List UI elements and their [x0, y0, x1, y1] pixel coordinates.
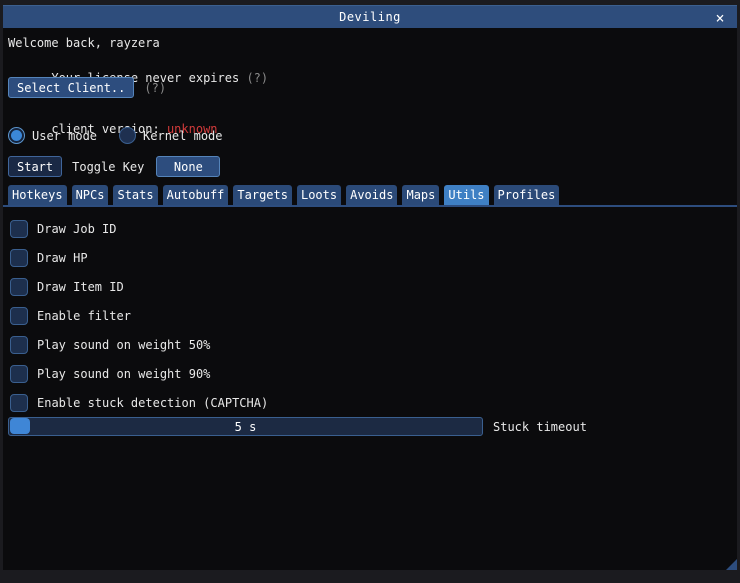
- start-button[interactable]: Start: [8, 156, 62, 177]
- checkbox-row-play-sound-on-weight-90[interactable]: Play sound on weight 90%: [8, 359, 268, 388]
- titlebar[interactable]: Deviling ×: [3, 5, 737, 28]
- close-icon[interactable]: ×: [709, 6, 731, 29]
- start-row: Start Toggle Key None: [8, 156, 220, 177]
- checkbox-label: Draw HP: [37, 251, 88, 265]
- checkbox-row-enable-filter[interactable]: Enable filter: [8, 301, 268, 330]
- tab-maps[interactable]: Maps: [402, 185, 439, 205]
- checkbox-icon[interactable]: [10, 365, 28, 383]
- toggle-key-label: Toggle Key: [72, 160, 144, 174]
- checkbox-icon[interactable]: [10, 394, 28, 412]
- tab-loots[interactable]: Loots: [297, 185, 341, 205]
- select-client-help-icon[interactable]: (?): [144, 81, 166, 95]
- checkbox-icon[interactable]: [10, 220, 28, 238]
- main-content: Welcome back, rayzera Your license never…: [3, 28, 737, 570]
- tab-underline: [3, 205, 737, 207]
- checkbox-row-draw-hp[interactable]: Draw HP: [8, 243, 268, 272]
- checkbox-icon[interactable]: [10, 278, 28, 296]
- checkbox-row-draw-item-id[interactable]: Draw Item ID: [8, 272, 268, 301]
- toggle-key-button[interactable]: None: [156, 156, 220, 177]
- window-frame: Deviling × Welcome back, rayzera Your li…: [0, 0, 740, 583]
- tab-stats[interactable]: Stats: [113, 185, 157, 205]
- checkbox-label: Play sound on weight 90%: [37, 367, 210, 381]
- radio-unselected-icon[interactable]: [119, 127, 136, 144]
- checkbox-icon[interactable]: [10, 336, 28, 354]
- checkbox-icon[interactable]: [10, 307, 28, 325]
- license-help-icon[interactable]: (?): [246, 71, 268, 85]
- mode-radio-user-mode[interactable]: User mode: [8, 127, 97, 144]
- tab-npcs[interactable]: NPCs: [72, 185, 109, 205]
- checkbox-label: Play sound on weight 50%: [37, 338, 210, 352]
- tab-bar: HotkeysNPCsStats AutobuffTargetsLootsAvoi…: [8, 185, 559, 205]
- radio-dot: [11, 130, 22, 141]
- radio-label: Kernel mode: [143, 129, 222, 143]
- window-title: Deviling: [339, 10, 401, 24]
- checkbox-list: Draw Job ID Draw HP Draw Item ID Enable fil…: [8, 214, 268, 417]
- tab-autobuff[interactable]: Autobuff: [163, 185, 229, 205]
- mode-radio-kernel-mode[interactable]: Kernel mode: [119, 127, 222, 144]
- radio-selected-icon[interactable]: [8, 127, 25, 144]
- select-client-row: Select Client.. (?): [8, 77, 166, 98]
- slider-handle[interactable]: [10, 418, 30, 434]
- tab-hotkeys[interactable]: Hotkeys: [8, 185, 67, 205]
- checkbox-icon[interactable]: [10, 249, 28, 267]
- stuck-timeout-label: Stuck timeout: [493, 420, 587, 434]
- tab-utils[interactable]: Utils: [444, 185, 488, 205]
- slider-value: 5 s: [235, 420, 257, 434]
- checkbox-row-draw-job-id[interactable]: Draw Job ID: [8, 214, 268, 243]
- tab-avoids[interactable]: Avoids: [346, 185, 397, 205]
- checkbox-row-play-sound-on-weight-50[interactable]: Play sound on weight 50%: [8, 330, 268, 359]
- checkbox-row-enable-stuck-detection-captcha[interactable]: Enable stuck detection (CAPTCHA): [8, 388, 268, 417]
- tab-profiles[interactable]: Profiles: [494, 185, 560, 205]
- welcome-message: Welcome back, rayzera: [8, 36, 160, 50]
- resize-grip-icon[interactable]: [726, 559, 737, 570]
- select-client-button[interactable]: Select Client..: [8, 77, 134, 98]
- checkbox-label: Draw Job ID: [37, 222, 116, 236]
- tab-targets[interactable]: Targets: [233, 185, 292, 205]
- checkbox-label: Enable stuck detection (CAPTCHA): [37, 396, 268, 410]
- checkbox-label: Enable filter: [37, 309, 131, 323]
- stuck-timeout-slider[interactable]: 5 s: [8, 417, 483, 436]
- checkbox-label: Draw Item ID: [37, 280, 124, 294]
- radio-label: User mode: [32, 129, 97, 143]
- mode-radio-group: User mode Kernel mode: [8, 127, 223, 144]
